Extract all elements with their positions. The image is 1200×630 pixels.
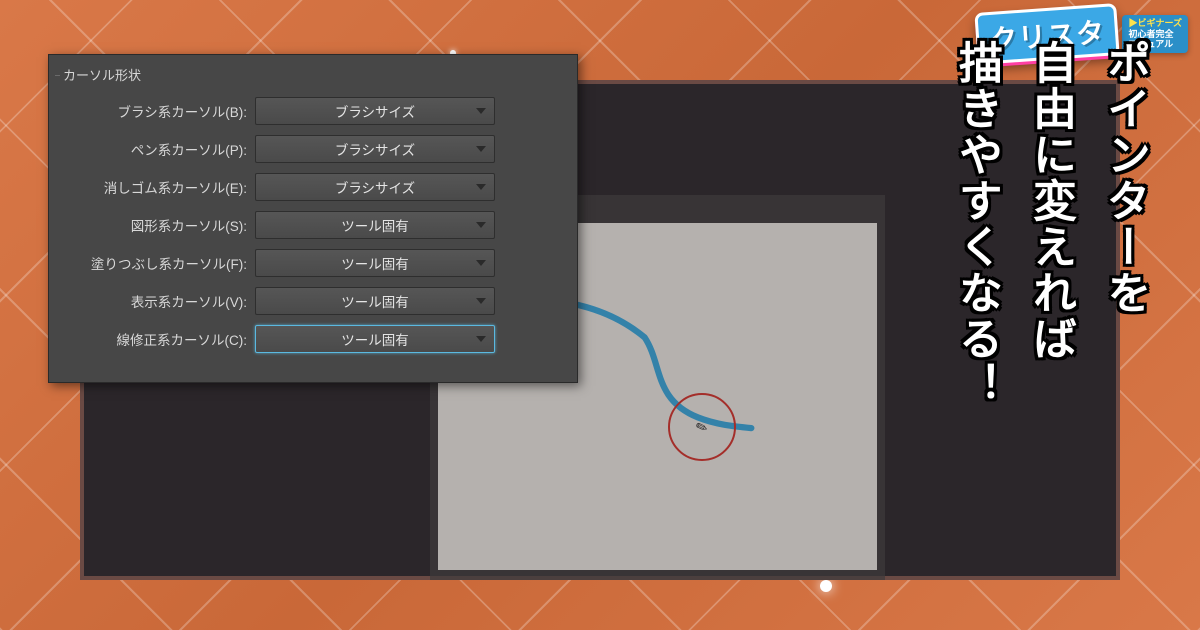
- cursor-type-select[interactable]: ブラシサイズ: [255, 173, 495, 201]
- cursor-setting-row: ペン系カーソル(P): ブラシサイズ: [49, 130, 577, 168]
- cursor-setting-row: ブラシ系カーソル(B): ブラシサイズ: [49, 92, 577, 130]
- chevron-down-icon: [476, 222, 486, 228]
- cursor-setting-row: 消しゴム系カーソル(E): ブラシサイズ: [49, 168, 577, 206]
- cursor-setting-row: 表示系カーソル(V): ツール固有: [49, 282, 577, 320]
- cursor-type-select[interactable]: ブラシサイズ: [255, 135, 495, 163]
- headline-line-3: 描きやすくなる！: [944, 40, 1008, 408]
- logo-beginners-label: ▶ビギナーズ: [1128, 18, 1182, 29]
- select-value: ブラシサイズ: [335, 139, 415, 159]
- field-label: 表示系カーソル(V):: [67, 291, 247, 311]
- field-label: ブラシ系カーソル(B):: [67, 101, 247, 121]
- cursor-setting-row: 塗りつぶし系カーソル(F): ツール固有: [49, 244, 577, 282]
- cursor-shape-panel: カーソル形状 ブラシ系カーソル(B):ブラシサイズペン系カーソル(P):ブラシサ…: [48, 54, 578, 383]
- field-label: 消しゴム系カーソル(E):: [67, 177, 247, 197]
- chevron-down-icon: [476, 184, 486, 190]
- cursor-type-select[interactable]: ブラシサイズ: [255, 97, 495, 125]
- field-label: 図形系カーソル(S):: [67, 215, 247, 235]
- chevron-down-icon: [476, 108, 486, 114]
- panel-legend: カーソル形状: [63, 65, 577, 84]
- select-value: ツール固有: [341, 215, 409, 235]
- cursor-type-select[interactable]: ツール固有: [255, 325, 495, 353]
- chevron-down-icon: [476, 146, 486, 152]
- field-label: ペン系カーソル(P):: [67, 139, 247, 159]
- select-value: ブラシサイズ: [335, 177, 415, 197]
- select-value: ツール固有: [341, 291, 409, 311]
- logo-sub1: 初心者完全: [1128, 29, 1182, 40]
- field-label: 塗りつぶし系カーソル(F):: [67, 253, 247, 273]
- chevron-down-icon: [476, 260, 486, 266]
- select-value: ツール固有: [341, 329, 409, 349]
- select-value: ツール固有: [341, 253, 409, 273]
- headline-line-1: ポインターを: [1092, 40, 1156, 408]
- cursor-type-select[interactable]: ツール固有: [255, 249, 495, 277]
- cursor-setting-row: 図形系カーソル(S): ツール固有: [49, 206, 577, 244]
- chevron-down-icon: [476, 336, 486, 342]
- cursor-setting-row: 線修正系カーソル(C): ツール固有: [49, 320, 577, 358]
- headline: ポインターを 自由に変えれば 描きやすくなる！: [944, 40, 1156, 408]
- chevron-down-icon: [476, 298, 486, 304]
- headline-line-2: 自由に変えれば: [1018, 40, 1082, 408]
- field-label: 線修正系カーソル(C):: [67, 329, 247, 349]
- cursor-type-select[interactable]: ツール固有: [255, 287, 495, 315]
- select-value: ブラシサイズ: [335, 101, 415, 121]
- cursor-type-select[interactable]: ツール固有: [255, 211, 495, 239]
